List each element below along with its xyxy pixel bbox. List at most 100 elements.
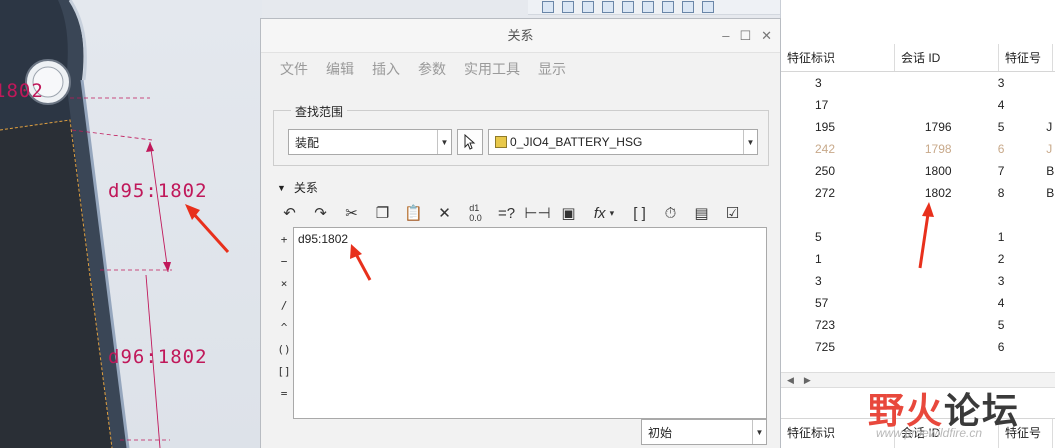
lower-table-header: 特征标识 会话 ID 特征号 [781,418,1055,448]
operator-divide[interactable]: / [275,295,293,317]
chevron-down-icon[interactable]: ▼ [752,420,766,444]
brackets-icon[interactable]: [ ] [627,201,652,225]
cell-name-fragment: B [1046,164,1055,178]
toolbar-icon[interactable] [702,1,714,13]
operator-minus[interactable]: − [275,251,293,273]
cell-feature-id: 3 [815,274,822,288]
operator-multiply[interactable]: × [275,273,293,295]
table-row[interactable]: 12 [781,248,1055,270]
table-row[interactable]: 57 4 [781,292,1055,314]
table-row[interactable]: 33 [781,270,1055,292]
dialog-titlebar[interactable]: 关系 – ☐ ✕ [261,19,780,53]
relation-status-select[interactable]: 初始 ▼ [641,419,767,445]
relations-dialog: 关系 – ☐ ✕ 文件 编辑 插入 参数 实用工具 显示 查找范围 装配 ▼ 0… [260,18,781,448]
cut-icon[interactable]: ✂ [339,201,364,225]
table-row[interactable]: 51 [781,226,1055,248]
sort-icon[interactable]: ▤ [689,201,714,225]
maximize-icon[interactable]: ☐ [739,19,751,53]
table-row[interactable] [781,204,1055,226]
dimension-label-d96[interactable]: d96:1802 [108,346,208,368]
table-row[interactable]: 195 1796 5 J [781,116,1055,138]
dimension-label-d95[interactable]: d95:1802 [108,180,208,202]
table-header: 特征标识 会话 ID 特征号 [781,44,1055,72]
toolbar-icon[interactable] [682,1,694,13]
table-row[interactable]: 17 4 [781,94,1055,116]
toolbar-icon[interactable] [642,1,654,13]
table-row[interactable]: 725 6 [781,336,1055,358]
operator-column: + − × / ^ () [] = [275,229,293,405]
toggle-names-icon[interactable]: d1 0.0 [463,201,488,225]
toolbar-icon[interactable] [562,1,574,13]
redo-icon[interactable]: ↷ [308,201,333,225]
scroll-left-icon[interactable]: ◀ [787,375,794,386]
relations-section-header[interactable]: ▼ 关系 [277,179,318,196]
toolbar-icon[interactable] [602,1,614,13]
scope-model-value: 0_JIO4_BATTERY_HSG [510,135,643,149]
toolbar-icon[interactable] [662,1,674,13]
table-row[interactable]: 250 1800 7 B [781,160,1055,182]
cell-session-id: 1802 [924,186,952,200]
operator-plus[interactable]: + [275,229,293,251]
operator-power[interactable]: ^ [275,317,293,339]
cell-session-id [893,314,994,336]
evaluate-icon[interactable]: =? [494,201,519,225]
cell-session-id: 1798 [924,142,952,156]
cell-feature-number: 6 [997,142,1005,156]
cell-session-id [893,292,994,314]
cell-feature-number: 3 [997,274,1005,288]
menu-parameters[interactable]: 参数 [409,59,455,79]
close-icon[interactable]: ✕ [761,19,772,53]
select-model-button[interactable] [457,129,483,155]
cell-session-id: 1800 [924,164,952,178]
measure-icon[interactable]: ⊢⊣ [524,201,550,225]
column-header-session-id[interactable]: 会话 ID [895,44,999,71]
copy-icon[interactable]: ❐ [370,201,395,225]
collapse-triangle-icon[interactable]: ▼ [277,183,286,193]
scope-type-select[interactable]: 装配 ▼ [288,129,452,155]
operator-parentheses[interactable]: () [275,339,293,361]
menu-utilities[interactable]: 实用工具 [455,59,529,79]
table-row[interactable]: 723 5 [781,314,1055,336]
scroll-right-icon[interactable]: ▶ [804,375,811,386]
toolbar-icon[interactable] [622,1,634,13]
paste-icon[interactable]: 📋 [401,201,426,225]
menu-edit[interactable]: 编辑 [317,59,363,79]
horizontal-scrollbar[interactable]: ◀ ▶ [781,372,1055,388]
scope-model-select[interactable]: 0_JIO4_BATTERY_HSG ▼ [488,129,758,155]
minimize-icon[interactable]: – [722,19,729,53]
operator-brackets[interactable]: [] [275,361,293,383]
cell-feature-id [781,204,893,226]
model-tree-table: 特征标识 会话 ID 特征号 3 3 17 4 195 1796 5 J 242 1798 6 J 25… [780,0,1055,448]
operator-equals[interactable]: = [275,383,293,405]
chevron-down-icon[interactable]: ▼ [437,130,451,154]
execute-icon[interactable]: ☑ [720,201,745,225]
relations-editor[interactable]: d95:1802 [293,227,767,419]
insert-param-icon[interactable]: ▣ [556,201,581,225]
menu-file[interactable]: 文件 [271,59,317,79]
table-row[interactable]: 242 1798 6 J [781,138,1055,160]
chevron-down-icon[interactable]: ▼ [743,130,757,154]
toolbar-icon[interactable] [542,1,554,13]
table-row[interactable]: 33 [781,72,1055,94]
delete-icon[interactable]: ✕ [432,201,457,225]
menu-insert[interactable]: 插入 [363,59,409,79]
column-header-feature-number[interactable]: 特征号 [999,44,1053,71]
dimension-label-1802[interactable]: 1802 [0,80,44,102]
undo-icon[interactable]: ↶ [277,201,302,225]
cell-feature-number [994,204,1047,226]
column-header-session-id[interactable]: 会话 ID [895,419,999,448]
table-row[interactable]: 272 1802 8 B [781,182,1055,204]
cell-feature-id: 250 [815,164,836,178]
column-header-feature-id[interactable]: 特征标识 [781,419,895,448]
menu-display[interactable]: 显示 [529,59,575,79]
cell-name-fragment: J [1046,142,1053,156]
relation-line: d95:1802 [298,232,349,246]
cad-viewport[interactable]: 1802 d95:1802 d96:1802 [0,0,262,448]
function-icon[interactable]: fx ▾ [587,201,621,225]
column-header-feature-id[interactable]: 特征标识 [781,44,895,71]
toolbar-icon[interactable] [582,1,594,13]
cell-feature-id: 57 [815,296,829,310]
cell-feature-number: 6 [997,340,1005,354]
verify-icon[interactable]: ⏱ [658,201,683,225]
column-header-feature-number[interactable]: 特征号 [999,419,1053,448]
